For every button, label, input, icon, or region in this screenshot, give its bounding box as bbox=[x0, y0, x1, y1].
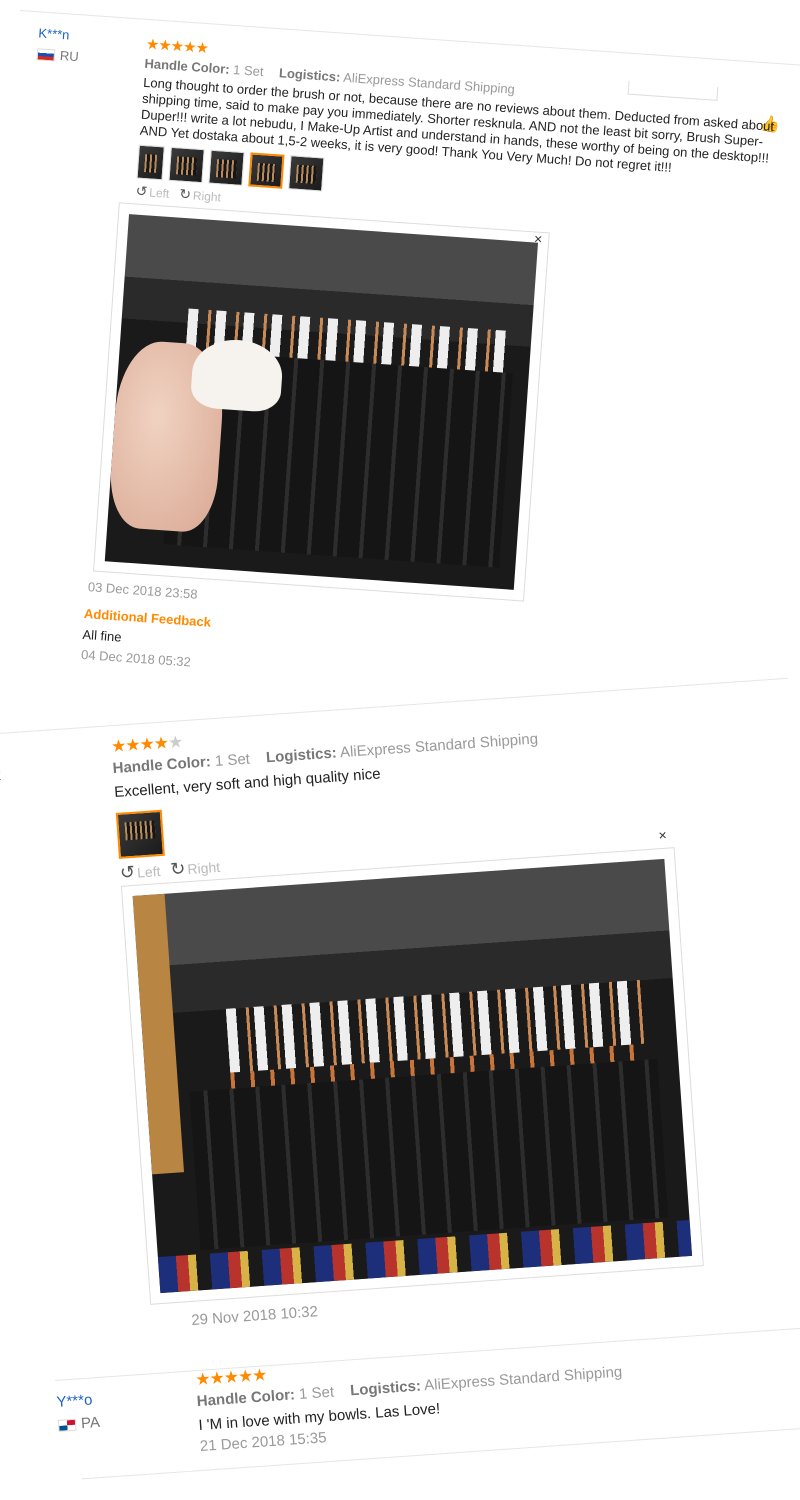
photo-viewer: × bbox=[93, 202, 550, 602]
nav-right-button[interactable]: ↻Right bbox=[179, 186, 222, 206]
reviewer-country: RU bbox=[36, 46, 79, 64]
handle-color-label: Handle Color: bbox=[144, 55, 231, 77]
rotate-right-icon: ↻ bbox=[169, 858, 187, 880]
reviewer-info: Y***o PA bbox=[56, 1391, 101, 1434]
nav-right-button[interactable]: ↻Right bbox=[170, 856, 221, 880]
review-photo[interactable] bbox=[104, 214, 539, 590]
thumbnail-selected[interactable] bbox=[115, 809, 165, 859]
photo-brush-case bbox=[189, 1058, 669, 1251]
rotate-right-icon: ↻ bbox=[178, 185, 192, 203]
review-body: ★★★★★ Handle Color: 1 Set Logistics: Ali… bbox=[110, 693, 790, 1332]
country-code: PE bbox=[0, 768, 2, 784]
thumbnail[interactable] bbox=[136, 144, 165, 181]
reviewer-info: *x PE bbox=[0, 747, 2, 785]
flag-pa-icon bbox=[57, 1418, 77, 1432]
handle-color-value: 1 Set bbox=[298, 1383, 335, 1403]
stars-empty: ★ bbox=[167, 732, 183, 753]
logistics-label: Logistics: bbox=[265, 744, 338, 767]
reviewer-name[interactable]: K***n bbox=[38, 25, 81, 43]
close-icon[interactable]: × bbox=[658, 827, 667, 844]
review-body: ★★★★★ Handle Color: 1 Set Logistics: Ali… bbox=[81, 35, 795, 709]
country-code: PA bbox=[80, 1413, 101, 1433]
review-card: Y***o PA ★★★★★ Handle Color: 1 Set Logis… bbox=[55, 1325, 800, 1480]
photo-viewer: × bbox=[120, 827, 704, 1305]
flag-ru-icon bbox=[36, 47, 56, 62]
thumbnail[interactable] bbox=[168, 146, 205, 184]
rotate-left-icon: ↺ bbox=[119, 861, 136, 883]
reviewer-country: PA bbox=[57, 1413, 101, 1434]
review-card: *x PE ★★★★★ Handle Color: 1 Set Logistic… bbox=[0, 677, 800, 1329]
logistics-label: Logistics: bbox=[349, 1377, 422, 1400]
review-body: ★★★★★ Handle Color: 1 Set Logistics: Ali… bbox=[195, 1327, 800, 1455]
review-card: K***n RU 👍 ★★★★★ Handle Color: 1 Set Log… bbox=[0, 10, 800, 688]
rotate-left-icon: ↺ bbox=[135, 182, 148, 200]
nav-left-button[interactable]: ↺Left bbox=[119, 860, 161, 884]
thumbnail[interactable] bbox=[288, 155, 325, 192]
handle-color-label: Handle Color: bbox=[196, 1386, 296, 1411]
review-photo[interactable] bbox=[132, 858, 693, 1294]
reviewer-country: PE bbox=[0, 768, 2, 785]
thumbnail-selected[interactable] bbox=[248, 152, 285, 189]
handle-color-label: Handle Color: bbox=[112, 753, 212, 778]
thumbnail[interactable] bbox=[208, 149, 245, 186]
logistics-label: Logistics: bbox=[278, 65, 341, 85]
stars-filled: ★★★★ bbox=[110, 733, 169, 757]
handle-color-value: 1 Set bbox=[214, 750, 251, 770]
country-code: RU bbox=[59, 47, 80, 65]
reviewer-name[interactable]: Y***o bbox=[56, 1391, 99, 1410]
handle-color-value: 1 Set bbox=[232, 62, 265, 80]
reviewer-info: K***n RU bbox=[36, 25, 80, 64]
photo-wood bbox=[132, 893, 184, 1174]
nav-left-button[interactable]: ↺Left bbox=[135, 183, 170, 202]
